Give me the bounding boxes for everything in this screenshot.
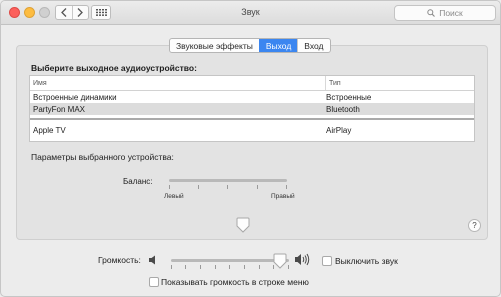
column-header-type[interactable]: Тип: [326, 76, 341, 90]
slider-tick: [227, 185, 228, 189]
balance-slider-knob[interactable]: [236, 217, 250, 233]
speaker-low-icon: [149, 255, 155, 265]
balance-slider-track[interactable]: [169, 179, 287, 182]
search-placeholder: Поиск: [439, 8, 463, 18]
slider-tick: [229, 265, 230, 269]
slider-tick: [169, 185, 170, 189]
show-volume-in-menu-bar-label: Показывать громкость в строке меню: [161, 277, 309, 287]
list-separator: [30, 118, 474, 120]
column-header-name[interactable]: Имя: [30, 76, 326, 90]
slider-tick: [288, 265, 289, 269]
volume-slider-track[interactable]: [171, 259, 289, 262]
device-name: PartyFon MAX: [33, 104, 86, 114]
balance-left-label: Левый: [164, 193, 184, 200]
help-button[interactable]: ?: [468, 219, 481, 232]
tab-output[interactable]: Выход: [258, 39, 298, 52]
slider-tick: [171, 265, 172, 269]
slider-tick: [257, 185, 258, 189]
table-row[interactable]: Встроенные динамики Встроенные: [30, 91, 474, 103]
table-row[interactable]: Apple TV AirPlay: [30, 124, 474, 136]
output-device-heading: Выберите выходное аудиоустройство:: [31, 63, 197, 73]
table-header: Имя Тип: [30, 76, 474, 91]
show-volume-in-menu-bar-checkbox[interactable]: [149, 277, 159, 287]
output-device-table: Имя Тип Встроенные динамики Встроенные P…: [29, 75, 475, 142]
balance-label: Баланс:: [123, 177, 153, 186]
search-icon: [427, 9, 436, 17]
table-row-selected[interactable]: PartyFon MAX Bluetooth: [30, 103, 474, 115]
mute-label: Выключить звук: [335, 256, 398, 266]
device-name: Встроенные динамики: [33, 92, 117, 102]
help-icon: ?: [472, 221, 477, 230]
title-bar: Звук Поиск: [1, 1, 500, 25]
slider-tick: [215, 265, 216, 269]
device-settings-heading: Параметры выбранного устройства:: [31, 152, 174, 162]
mute-checkbox[interactable]: [322, 256, 332, 266]
output-panel: Выберите выходное аудиоустройство: Имя Т…: [16, 45, 488, 240]
speaker-high-icon: [295, 253, 310, 266]
device-name: Apple TV: [33, 125, 66, 135]
sound-preferences-window: Звук Поиск Звуковые эффекты Выход Вход В…: [0, 0, 501, 297]
device-type: Встроенные: [326, 92, 372, 102]
volume-label: Громкость:: [98, 255, 141, 265]
volume-slider-ticks: [171, 265, 289, 271]
tab-bar: Звуковые эффекты Выход Вход: [169, 38, 331, 53]
slider-tick: [259, 265, 260, 269]
tab-sound-effects[interactable]: Звуковые эффекты: [170, 39, 259, 52]
device-type: AirPlay: [326, 125, 352, 135]
volume-slider-knob[interactable]: [273, 253, 287, 269]
device-type: Bluetooth: [326, 104, 360, 114]
slider-tick: [286, 185, 287, 189]
slider-tick: [198, 185, 199, 189]
tab-input[interactable]: Вход: [297, 39, 329, 52]
search-field[interactable]: Поиск: [394, 5, 496, 21]
balance-right-label: Правый: [271, 193, 295, 200]
slider-tick: [244, 265, 245, 269]
balance-slider-ticks: [169, 185, 287, 191]
slider-tick: [185, 265, 186, 269]
slider-tick: [200, 265, 201, 269]
